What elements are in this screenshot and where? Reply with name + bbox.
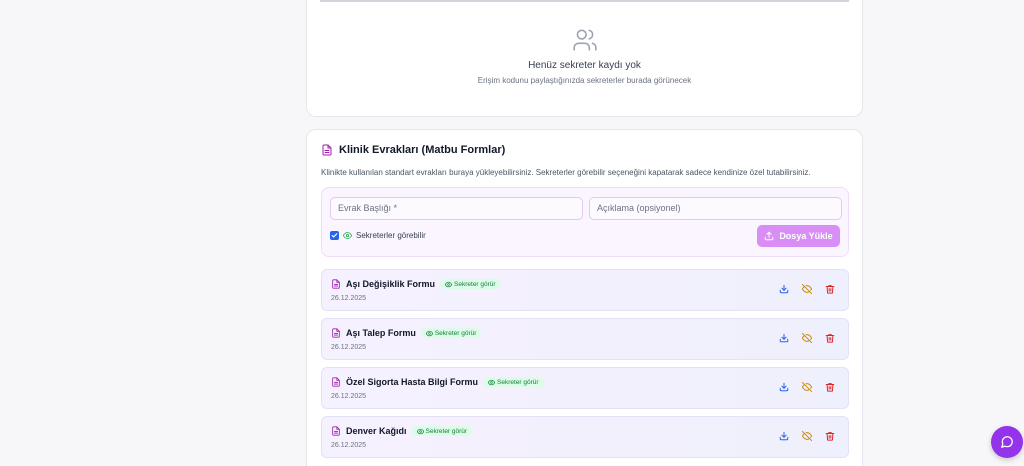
check-icon bbox=[331, 233, 338, 238]
badge-label: Sekreter görür bbox=[497, 378, 539, 386]
chat-button[interactable] bbox=[991, 426, 1023, 458]
document-name: Denver Kağıdı bbox=[346, 426, 407, 436]
document-icon bbox=[332, 426, 340, 436]
eye-icon bbox=[445, 281, 453, 287]
badge-label: Sekreter görür bbox=[454, 280, 496, 288]
section-title: Klinik Evrakları (Matbu Formlar) bbox=[339, 144, 506, 156]
form-description-input[interactable]: Açıklama (opsiyonel) bbox=[589, 197, 842, 220]
download-icon[interactable] bbox=[779, 382, 789, 392]
document-icon bbox=[332, 328, 340, 338]
document-name: Aşı Değişiklik Formu bbox=[346, 279, 436, 289]
document-name: Özel Sigorta Hasta Bilgi Formu bbox=[346, 377, 479, 387]
upload-file-button[interactable]: Dosya Yükle bbox=[757, 225, 840, 247]
document-date: 26.12.2025 bbox=[331, 393, 367, 400]
document-name: Aşı Talep Formu bbox=[346, 328, 416, 338]
list-item: Aşı Talep Formu Sekreter görür 26.12.202… bbox=[321, 318, 849, 360]
eye-icon bbox=[425, 330, 433, 336]
document-icon bbox=[332, 377, 340, 387]
list-item: Aşı Değişiklik Formu Sekreter görür 26.1… bbox=[321, 269, 849, 311]
upload-button-label: Dosya Yükle bbox=[779, 231, 833, 241]
eye-icon bbox=[488, 379, 496, 385]
visibility-badge: Sekreter görür bbox=[483, 377, 544, 387]
visibility-badge: Sekreter görür bbox=[440, 279, 501, 289]
users-icon bbox=[572, 29, 597, 51]
list-item: Özel Sigorta Hasta Bilgi Formu Sekreter … bbox=[321, 367, 849, 409]
badge-label: Sekreter görür bbox=[425, 427, 468, 435]
chat-icon bbox=[1001, 436, 1013, 448]
upload-panel: Evrak Başlığı * Açıklama (opsiyonel) Sek… bbox=[321, 187, 849, 257]
eye-off-icon[interactable] bbox=[802, 333, 812, 343]
trash-icon[interactable] bbox=[825, 333, 835, 343]
eye-icon bbox=[343, 232, 352, 239]
list-item: Denver Kağıdı Sekreter görür 26.12.2025 bbox=[321, 416, 849, 458]
eye-off-icon[interactable] bbox=[802, 382, 812, 392]
document-icon bbox=[332, 279, 340, 289]
form-title-input[interactable]: Evrak Başlığı * bbox=[330, 197, 583, 220]
divider bbox=[320, 0, 849, 2]
document-date: 26.12.2025 bbox=[331, 295, 367, 302]
trash-icon[interactable] bbox=[825, 431, 835, 441]
checkbox[interactable] bbox=[330, 231, 339, 240]
trash-icon[interactable] bbox=[825, 382, 835, 392]
eye-off-icon[interactable] bbox=[802, 431, 812, 441]
badge-label: Sekreter görür bbox=[434, 329, 477, 337]
document-icon bbox=[322, 144, 332, 156]
empty-subtitle: Erişim kodunu paylaştığınızda sekreterle… bbox=[477, 76, 692, 85]
download-icon[interactable] bbox=[779, 431, 789, 441]
section-header: Klinik Evrakları (Matbu Formlar) bbox=[321, 144, 505, 156]
document-date: 26.12.2025 bbox=[331, 442, 367, 449]
empty-state: Henüz sekreter kaydı yok Erişim kodunu p… bbox=[307, 27, 862, 85]
download-icon[interactable] bbox=[779, 333, 789, 343]
visibility-badge: Sekreter görür bbox=[420, 328, 482, 338]
document-date: 26.12.2025 bbox=[331, 344, 367, 351]
download-icon[interactable] bbox=[779, 284, 789, 294]
checkbox-label: Sekreterler görebilir bbox=[356, 231, 426, 240]
empty-title: Henüz sekreter kaydı yok bbox=[528, 60, 641, 71]
eye-icon bbox=[416, 428, 424, 434]
upload-icon bbox=[765, 231, 774, 241]
visibility-badge: Sekreter görür bbox=[411, 426, 473, 436]
secretaries-card: Henüz sekreter kaydı yok Erişim kodunu p… bbox=[306, 0, 863, 117]
trash-icon[interactable] bbox=[825, 284, 835, 294]
section-description: Klinikte kullanılan standart evrakları b… bbox=[321, 168, 811, 177]
clinic-forms-card: Klinik Evrakları (Matbu Formlar) Klinikt… bbox=[306, 129, 863, 466]
secretary-visible-toggle[interactable]: Sekreterler görebilir bbox=[330, 231, 426, 240]
eye-off-icon[interactable] bbox=[802, 284, 812, 294]
